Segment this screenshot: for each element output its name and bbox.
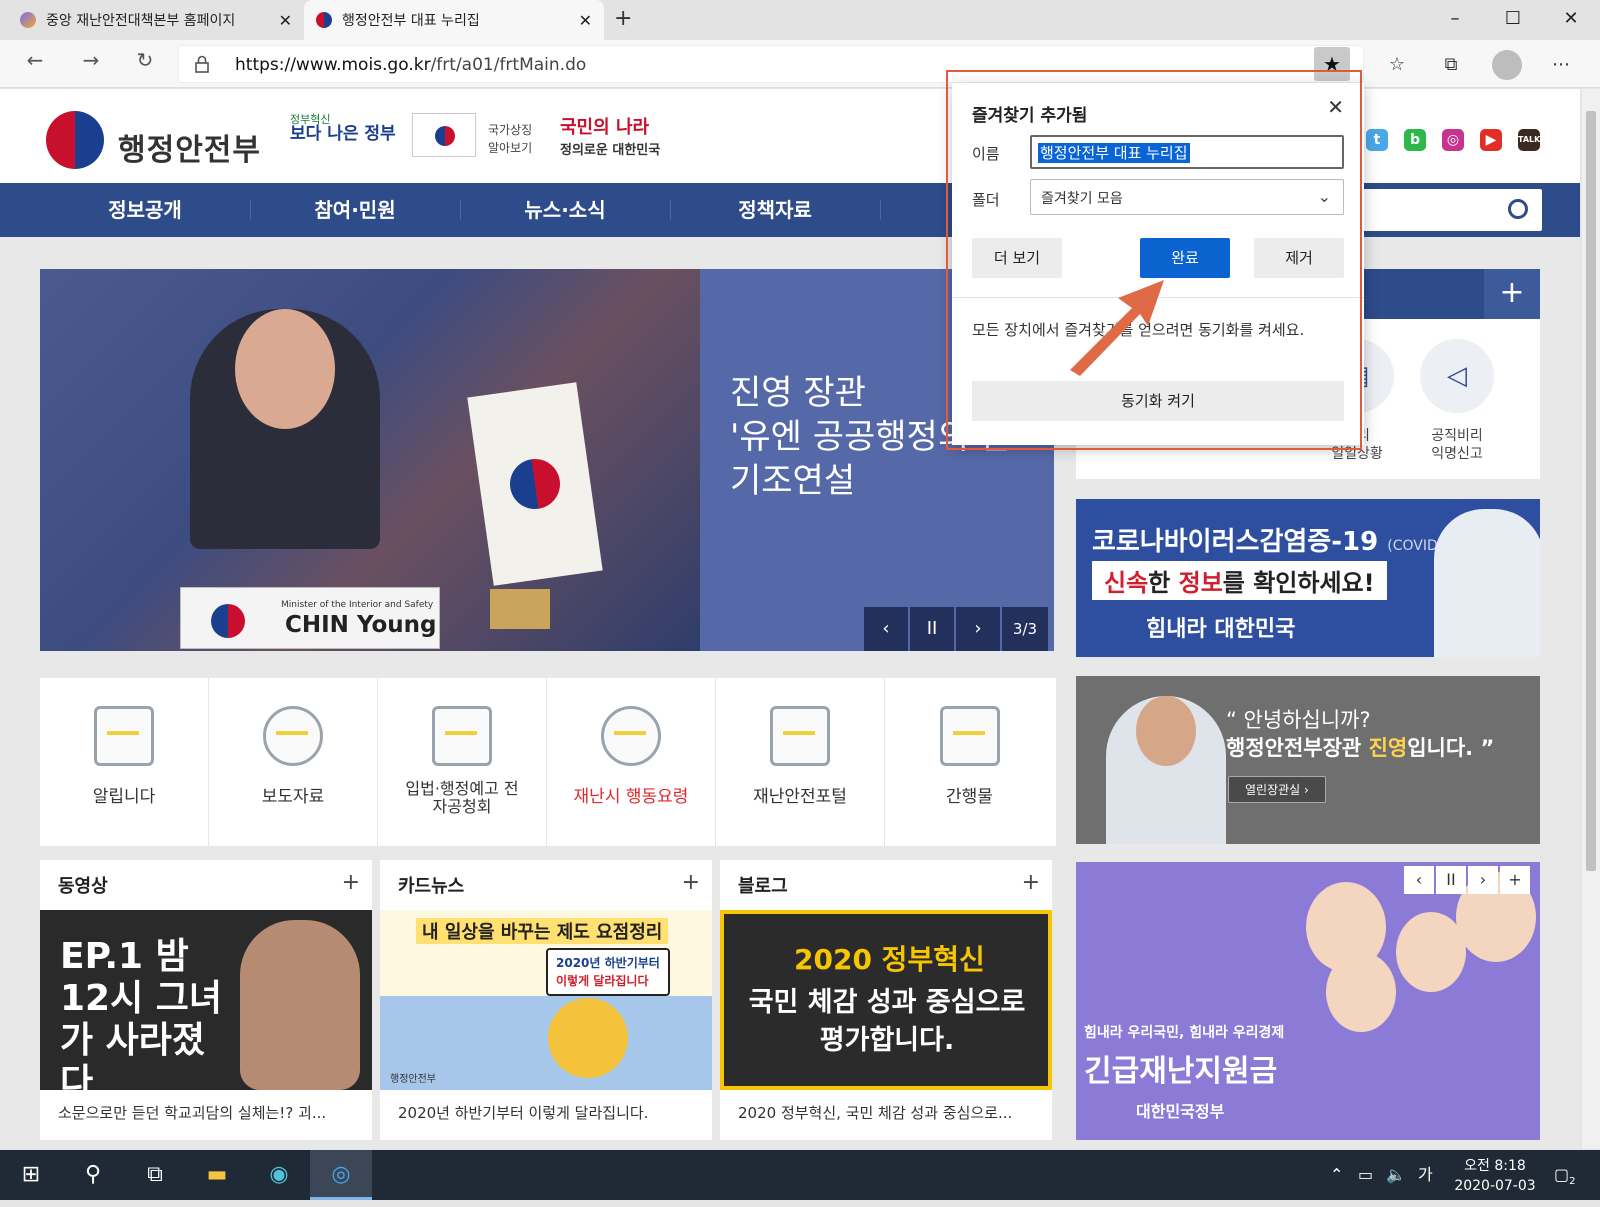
pointer-arrow-icon: [1070, 280, 1164, 376]
search-icon[interactable]: [1508, 199, 1528, 219]
slider-counter: 3/3: [1002, 607, 1048, 651]
video-thumbnail[interactable]: EP.1 밤12시 그녀가 사라졌다: [40, 910, 372, 1090]
nation-slogan-banner[interactable]: 국민의 나라 정의로운 대한민국: [560, 113, 660, 158]
slider-pause-button[interactable]: II: [910, 607, 954, 651]
lock-icon: [195, 55, 209, 73]
gnb-news[interactable]: 뉴스·소식: [460, 183, 670, 237]
clock[interactable]: 오전 8:18 2020-07-03: [1450, 1156, 1540, 1196]
menu-notice[interactable]: 알립니다: [40, 678, 209, 846]
maximize-icon[interactable]: ☐: [1490, 2, 1536, 36]
blog-more-icon[interactable]: +: [1022, 870, 1040, 895]
slider-next-button[interactable]: ›: [956, 607, 1000, 651]
instagram-icon[interactable]: ◎: [1442, 129, 1464, 151]
cardnews-thumbnail[interactable]: 내 일상을 바꾸는 제도 요점정리 2020년 하반기부터 이렇게 달라집니다 행…: [380, 910, 712, 1090]
national-symbols-link[interactable]: 국가상징 알아보기: [488, 121, 532, 157]
blog-card[interactable]: 블로그 + 2020 정부혁신 국민 체감 성과 중심으로 평가합니다. 202…: [720, 860, 1052, 1140]
close-tab-icon[interactable]: ✕: [279, 11, 292, 30]
refresh-icon[interactable]: ↻: [130, 48, 160, 72]
twitter-icon[interactable]: t: [1366, 129, 1388, 151]
promo-next-button[interactable]: ›: [1468, 866, 1498, 894]
edge-browser-icon[interactable]: ◎: [310, 1150, 372, 1200]
site-search-input[interactable]: [1362, 189, 1542, 231]
alarm-icon: [770, 706, 830, 766]
national-flag-icon[interactable]: [412, 113, 476, 157]
video-card[interactable]: 동영상 + EP.1 밤12시 그녀가 사라졌다 소문으로만 듣던 학교괴담의 …: [40, 860, 372, 1140]
start-icon[interactable]: ⊞: [0, 1150, 62, 1200]
app-icon[interactable]: ◉: [248, 1150, 310, 1200]
tab-title: 행정안전부 대표 누리집: [342, 13, 480, 29]
promo-more-button[interactable]: +: [1500, 866, 1530, 894]
gnb-participation[interactable]: 참여·민원: [250, 183, 460, 237]
more-menu-icon[interactable]: ⋯: [1544, 50, 1578, 80]
document-icon: [432, 706, 492, 766]
video-more-icon[interactable]: +: [342, 870, 360, 895]
highlight-box: [946, 70, 1362, 450]
covid-banner[interactable]: 코로나바이러스감염증-19 (COVID-19) 신속한 정보를 확인하세요! …: [1076, 499, 1540, 657]
gnb-policy[interactable]: 정책자료: [670, 183, 880, 237]
file-explorer-icon[interactable]: ▬: [186, 1150, 248, 1200]
close-tab-icon[interactable]: ✕: [579, 11, 592, 30]
gnb-info-disclosure[interactable]: 정보공개: [40, 183, 250, 237]
tab-title: 중앙 재난안전대책본부 홈페이지: [46, 13, 236, 29]
gov-innovation-banner[interactable]: 정부혁신 보다 나은 정부: [290, 113, 396, 143]
profile-avatar[interactable]: [1492, 50, 1522, 80]
quick-menu-more-button[interactable]: +: [1484, 269, 1540, 319]
blog-thumbnail[interactable]: 2020 정부혁신 국민 체감 성과 중심으로 평가합니다.: [720, 910, 1052, 1090]
menu-press-release[interactable]: 보도자료: [209, 678, 378, 846]
cardnews-more-icon[interactable]: +: [682, 870, 700, 895]
site-logo-text[interactable]: 행정안전부: [118, 125, 261, 169]
kakaotalk-icon[interactable]: TALK: [1518, 129, 1540, 151]
menu-legislation[interactable]: 입법·행정예고 전자공청회: [378, 678, 547, 846]
open-minister-office-button[interactable]: 열린장관실 ›: [1228, 776, 1326, 803]
ime-indicator[interactable]: 가: [1418, 1150, 1433, 1200]
tab-favicon-icon: [20, 12, 36, 28]
promo-prev-button[interactable]: ‹: [1404, 866, 1434, 894]
megaphone-icon: ◁: [1420, 339, 1494, 413]
blog-icon[interactable]: b: [1404, 129, 1426, 151]
card-news-card[interactable]: 카드뉴스 + 내 일상을 바꾸는 제도 요점정리 2020년 하반기부터 이렇게 …: [380, 860, 712, 1140]
search-icon[interactable]: ⚲: [62, 1150, 124, 1200]
notice-icon: [94, 706, 154, 766]
notification-icon[interactable]: ▢2: [1554, 1150, 1576, 1200]
book-icon: [939, 706, 1000, 766]
tab-disaster-hq[interactable]: 중앙 재난안전대책본부 홈페이지 ✕: [8, 0, 304, 40]
back-icon[interactable]: ←: [20, 48, 50, 72]
page-scrollbar[interactable]: [1582, 89, 1600, 1149]
protective-suit-image: [1434, 509, 1540, 657]
task-view-icon[interactable]: ⧉: [124, 1150, 186, 1200]
slider-prev-button[interactable]: ‹: [864, 607, 908, 651]
taskbar: ⊞ ⚲ ⧉ ▬ ◉ ◎ ⌃ ▭ 🔈 가 오전 8:18 2020-07-03 ▢2: [0, 1150, 1600, 1200]
volume-icon[interactable]: 🔈: [1386, 1150, 1406, 1200]
menu-publications[interactable]: 간행물: [885, 678, 1054, 846]
url-text: https://www.mois.go.kr/frt/a01/frtMain.d…: [235, 55, 587, 75]
speech-bubble-icon: [601, 706, 661, 766]
youtube-icon[interactable]: ▶: [1480, 129, 1502, 151]
close-window-icon[interactable]: ✕: [1548, 2, 1594, 36]
hero-slider[interactable]: Minister of the Interior and Safety CHIN…: [40, 269, 1054, 651]
relief-fund-banner[interactable]: 힘내라 우리국민, 힘내라 우리경제 긴급재난지원금 대한민국정부 ‹ II ›…: [1076, 862, 1540, 1140]
mois-logo-icon[interactable]: [46, 111, 104, 169]
tray-chevron-icon[interactable]: ⌃: [1330, 1150, 1343, 1200]
minimize-icon[interactable]: –: [1432, 2, 1478, 36]
favorites-list-icon[interactable]: ☆: [1380, 50, 1414, 80]
new-tab-icon[interactable]: +: [614, 6, 632, 31]
microphone-icon: [263, 706, 323, 766]
tab-favicon-icon: [316, 12, 332, 28]
collections-icon[interactable]: ⧉: [1434, 50, 1468, 80]
forward-icon[interactable]: →: [76, 48, 106, 72]
service-menu: 알립니다 보도자료 입법·행정예고 전자공청회 재난시 행동요령 재난안전포털 …: [40, 678, 1056, 846]
minister-banner[interactable]: “ 안녕하십니까? 행정안전부장관 진영입니다. ” 열린장관실 ›: [1076, 676, 1540, 844]
promo-pause-button[interactable]: II: [1436, 866, 1466, 894]
menu-disaster-guide[interactable]: 재난시 행동요령: [547, 678, 716, 846]
network-icon[interactable]: ▭: [1358, 1150, 1373, 1200]
mascot-image: [548, 998, 628, 1078]
menu-safety-portal[interactable]: 재난안전포털: [716, 678, 885, 846]
tab-mois[interactable]: 행정안전부 대표 누리집 ✕: [304, 0, 604, 40]
nameplate: Minister of the Interior and Safety CHIN…: [180, 587, 440, 649]
quick-item-anonymous-report[interactable]: ◁ 공직비리 익명신고: [1420, 339, 1494, 463]
